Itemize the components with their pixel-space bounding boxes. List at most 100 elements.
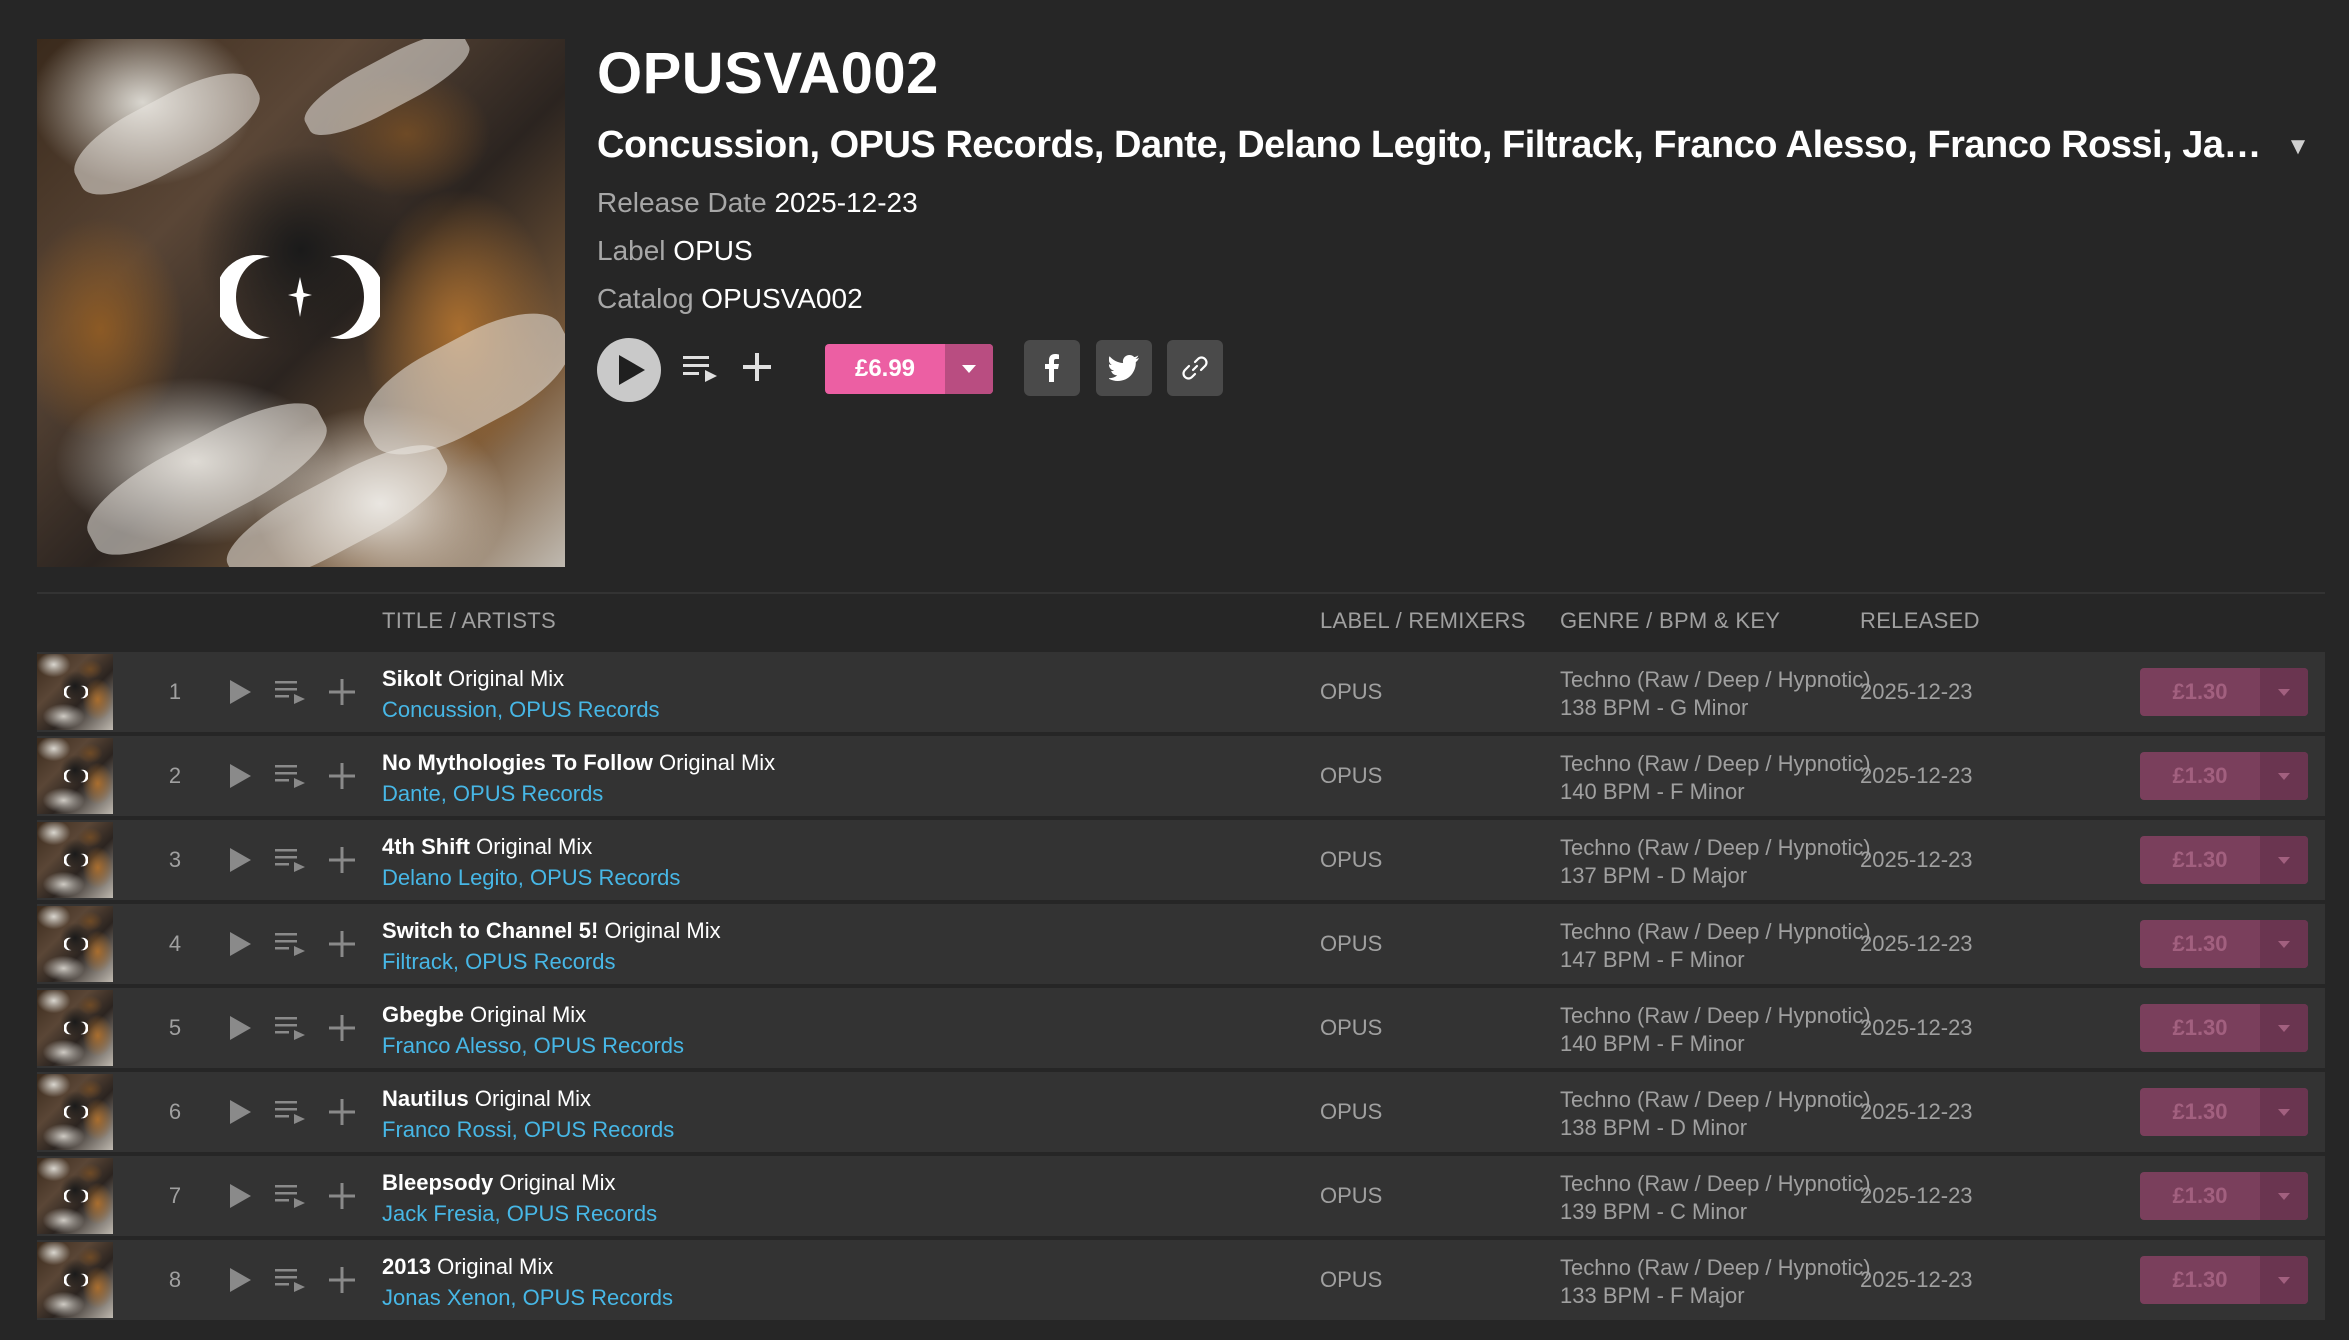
- track-title[interactable]: Sikolt Original Mix: [382, 666, 564, 692]
- track-price-options-dropdown[interactable]: [2260, 1256, 2308, 1304]
- track-price[interactable]: £1.30: [2140, 1172, 2260, 1220]
- track-label[interactable]: OPUS: [1320, 904, 1382, 984]
- track-name[interactable]: Bleepsody: [382, 1170, 493, 1195]
- track-artists[interactable]: Delano Legito, OPUS Records: [382, 865, 680, 891]
- track-row[interactable]: 2 No Mythologies To Follow Original Mix …: [37, 736, 2325, 816]
- add-to-queue-icon[interactable]: [275, 1014, 307, 1042]
- release-artists[interactable]: Concussion, OPUS Records, Dante, Delano …: [597, 124, 2262, 167]
- track-price[interactable]: £1.30: [2140, 836, 2260, 884]
- add-to-queue-icon[interactable]: [275, 930, 307, 958]
- track-genre[interactable]: Techno (Raw / Deep / Hypnotic): [1560, 1086, 1870, 1114]
- plus-icon[interactable]: [327, 1265, 357, 1295]
- play-icon[interactable]: [224, 1181, 254, 1211]
- column-header-released[interactable]: RELEASED: [1860, 608, 1980, 638]
- add-to-queue-icon[interactable]: [275, 846, 307, 874]
- track-artwork[interactable]: [37, 1074, 113, 1150]
- add-to-playlist-icon[interactable]: [740, 350, 774, 384]
- track-price[interactable]: £1.30: [2140, 1088, 2260, 1136]
- track-artwork[interactable]: [37, 1158, 113, 1234]
- track-label[interactable]: OPUS: [1320, 820, 1382, 900]
- buy-track-button[interactable]: £1.30: [2140, 836, 2308, 884]
- track-genre[interactable]: Techno (Raw / Deep / Hypnotic): [1560, 834, 1870, 862]
- column-header-label[interactable]: LABEL / REMIXERS: [1320, 608, 1526, 638]
- track-title[interactable]: Nautilus Original Mix: [382, 1086, 591, 1112]
- play-icon[interactable]: [224, 1097, 254, 1127]
- track-title[interactable]: Gbegbe Original Mix: [382, 1002, 586, 1028]
- track-price-options-dropdown[interactable]: [2260, 920, 2308, 968]
- track-artwork[interactable]: [37, 1242, 113, 1318]
- track-artists[interactable]: Jonas Xenon, OPUS Records: [382, 1285, 673, 1311]
- track-artists[interactable]: Concussion, OPUS Records: [382, 697, 660, 723]
- add-to-queue-icon[interactable]: [275, 1182, 307, 1210]
- track-artists[interactable]: Franco Alesso, OPUS Records: [382, 1033, 684, 1059]
- track-genre[interactable]: Techno (Raw / Deep / Hypnotic): [1560, 750, 1870, 778]
- plus-icon[interactable]: [327, 845, 357, 875]
- copy-link-button[interactable]: [1167, 340, 1223, 396]
- track-price[interactable]: £1.30: [2140, 920, 2260, 968]
- add-to-queue-icon[interactable]: [275, 678, 307, 706]
- buy-release-button[interactable]: £6.99: [825, 344, 993, 394]
- track-price-options-dropdown[interactable]: [2260, 836, 2308, 884]
- track-price-options-dropdown[interactable]: [2260, 752, 2308, 800]
- plus-icon[interactable]: [327, 1181, 357, 1211]
- track-artwork[interactable]: [37, 906, 113, 982]
- buy-track-button[interactable]: £1.30: [2140, 1004, 2308, 1052]
- track-row[interactable]: 6 Nautilus Original Mix Franco Rossi, OP…: [37, 1072, 2325, 1152]
- release-price[interactable]: £6.99: [825, 344, 945, 394]
- play-icon[interactable]: [224, 929, 254, 959]
- buy-track-button[interactable]: £1.30: [2140, 668, 2308, 716]
- expand-artists-icon[interactable]: ▼: [2285, 134, 2311, 160]
- track-title[interactable]: 2013 Original Mix: [382, 1254, 553, 1280]
- track-genre[interactable]: Techno (Raw / Deep / Hypnotic): [1560, 1170, 1870, 1198]
- add-to-queue-icon[interactable]: [683, 350, 719, 386]
- track-price[interactable]: £1.30: [2140, 1256, 2260, 1304]
- track-label[interactable]: OPUS: [1320, 988, 1382, 1068]
- track-artwork[interactable]: [37, 738, 113, 814]
- buy-track-button[interactable]: £1.30: [2140, 920, 2308, 968]
- track-name[interactable]: 4th Shift: [382, 834, 470, 859]
- add-to-queue-icon[interactable]: [275, 1266, 307, 1294]
- plus-icon[interactable]: [327, 761, 357, 791]
- track-row[interactable]: 8 2013 Original Mix Jonas Xenon, OPUS Re…: [37, 1240, 2325, 1320]
- track-label[interactable]: OPUS: [1320, 1156, 1382, 1236]
- track-genre[interactable]: Techno (Raw / Deep / Hypnotic): [1560, 1254, 1870, 1282]
- track-title[interactable]: No Mythologies To Follow Original Mix: [382, 750, 775, 776]
- label-link[interactable]: OPUS: [673, 235, 752, 266]
- track-artists[interactable]: Filtrack, OPUS Records: [382, 949, 616, 975]
- column-header-title[interactable]: TITLE / ARTISTS: [382, 608, 556, 638]
- track-label[interactable]: OPUS: [1320, 1072, 1382, 1152]
- track-artwork[interactable]: [37, 822, 113, 898]
- play-icon[interactable]: [224, 1265, 254, 1295]
- track-title[interactable]: 4th Shift Original Mix: [382, 834, 592, 860]
- track-price[interactable]: £1.30: [2140, 752, 2260, 800]
- track-artists[interactable]: Jack Fresia, OPUS Records: [382, 1201, 657, 1227]
- play-icon[interactable]: [224, 1013, 254, 1043]
- track-genre[interactable]: Techno (Raw / Deep / Hypnotic): [1560, 1002, 1870, 1030]
- play-icon[interactable]: [224, 845, 254, 875]
- track-row[interactable]: 7 Bleepsody Original Mix Jack Fresia, OP…: [37, 1156, 2325, 1236]
- play-release-button[interactable]: [597, 338, 661, 402]
- buy-track-button[interactable]: £1.30: [2140, 752, 2308, 800]
- add-to-queue-icon[interactable]: [275, 762, 307, 790]
- track-artists[interactable]: Dante, OPUS Records: [382, 781, 603, 807]
- track-name[interactable]: No Mythologies To Follow: [382, 750, 653, 775]
- buy-track-button[interactable]: £1.30: [2140, 1088, 2308, 1136]
- track-row[interactable]: 5 Gbegbe Original Mix Franco Alesso, OPU…: [37, 988, 2325, 1068]
- track-name[interactable]: Switch to Channel 5!: [382, 918, 598, 943]
- play-icon[interactable]: [224, 677, 254, 707]
- track-row[interactable]: 4 Switch to Channel 5! Original Mix Filt…: [37, 904, 2325, 984]
- buy-track-button[interactable]: £1.30: [2140, 1172, 2308, 1220]
- plus-icon[interactable]: [327, 929, 357, 959]
- track-price[interactable]: £1.30: [2140, 1004, 2260, 1052]
- track-price-options-dropdown[interactable]: [2260, 668, 2308, 716]
- price-options-dropdown[interactable]: [945, 344, 993, 394]
- track-name[interactable]: Sikolt: [382, 666, 442, 691]
- track-price[interactable]: £1.30: [2140, 668, 2260, 716]
- plus-icon[interactable]: [327, 1013, 357, 1043]
- track-artwork[interactable]: [37, 990, 113, 1066]
- track-price-options-dropdown[interactable]: [2260, 1172, 2308, 1220]
- buy-track-button[interactable]: £1.30: [2140, 1256, 2308, 1304]
- track-artwork[interactable]: [37, 654, 113, 730]
- plus-icon[interactable]: [327, 677, 357, 707]
- track-name[interactable]: Nautilus: [382, 1086, 469, 1111]
